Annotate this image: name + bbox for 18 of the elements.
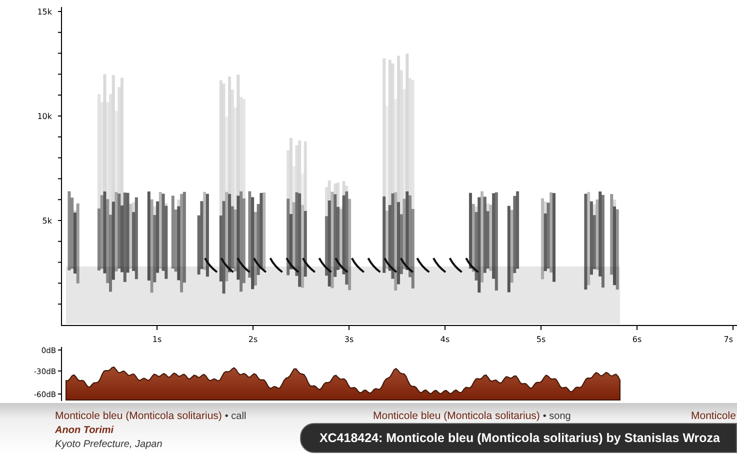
location-text: Kyoto Prefecture, Japan (55, 438, 164, 451)
axis-label: 6s (632, 335, 642, 344)
recording-title[interactable]: Monticole bleu (Monticola solitarius) (373, 410, 540, 422)
axis-label: 2s (248, 335, 258, 344)
axis-label: 10k (37, 112, 52, 121)
sound-type: • song (542, 411, 571, 422)
axis-label: 7s (724, 335, 733, 344)
recording-title[interactable]: Monticole (691, 410, 736, 422)
sound-type: • call (224, 411, 246, 422)
axis-label: 5s (536, 335, 546, 344)
amplitude-axis (58, 346, 62, 402)
axis-label: 15k (37, 8, 52, 16)
recording-title[interactable]: Monticole bleu (Monticola solitarius) (55, 410, 222, 422)
axis-label: 5k (42, 216, 52, 226)
axis-label: 4s (440, 335, 450, 344)
axis-label: 1s (152, 335, 162, 344)
caption-overlay: XC418424: Monticole bleu (Monticola solitarius) by Stanislas Wroza (300, 423, 737, 453)
axis-label: 3s (344, 335, 354, 344)
